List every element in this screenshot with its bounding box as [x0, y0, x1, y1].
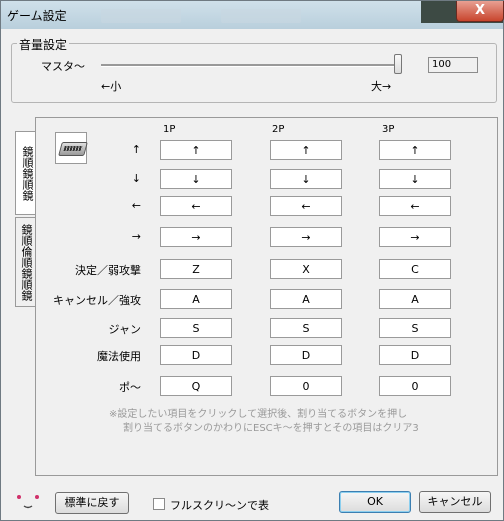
title-bar: ゲーム設定 X — [1, 1, 504, 29]
volume-min-label: ←小 — [101, 80, 122, 93]
row-label: 魔法使用 — [97, 350, 141, 363]
instruction-note-2: 割り当てるボタンのかわりにESCキ〜を押すとその項目はクリア3 — [123, 423, 419, 434]
key-field-3p[interactable]: 0 — [379, 376, 451, 396]
key-field-1p[interactable]: ↑ — [160, 140, 232, 160]
close-button[interactable]: X — [456, 1, 504, 22]
key-field-3p[interactable]: ↓ — [379, 169, 451, 189]
settings-dialog: ゲーム設定 X 音量設定 マスタ〜 ←小 大→ 100 鏡順鏡順鏡 鏡順倫順鏡順… — [0, 0, 504, 521]
app-icon — [17, 495, 39, 509]
row-label: ↑ — [131, 143, 141, 156]
cancel-button[interactable]: キャンセル — [419, 491, 491, 513]
reset-default-button[interactable]: 標準に戻す — [55, 492, 129, 514]
tab-label: 鏡順倫順鏡順鏡 — [20, 223, 33, 301]
key-field-2p[interactable]: S — [270, 318, 342, 338]
row-label: ← — [131, 199, 141, 212]
key-field-3p[interactable]: D — [379, 345, 451, 365]
tab-label: 鏡順鏡順鏡 — [21, 145, 34, 201]
close-icon: X — [474, 3, 486, 18]
key-field-3p[interactable]: C — [379, 259, 451, 279]
volume-slider-thumb[interactable] — [394, 54, 402, 74]
key-field-2p[interactable]: ↑ — [270, 140, 342, 160]
key-field-2p[interactable]: → — [270, 227, 342, 247]
row-label: → — [131, 230, 141, 243]
master-volume-label: マスタ〜 — [41, 60, 85, 73]
tab-gamepad[interactable]: 鏡順倫順鏡順鏡 — [15, 217, 37, 307]
column-header-1p: 1P — [163, 124, 176, 135]
key-field-2p[interactable]: ↓ — [270, 169, 342, 189]
key-field-1p[interactable]: ← — [160, 196, 232, 216]
key-field-3p[interactable]: ← — [379, 196, 451, 216]
ok-button[interactable]: OK — [339, 491, 411, 513]
background-blur — [221, 9, 301, 23]
key-field-1p[interactable]: S — [160, 318, 232, 338]
key-field-1p[interactable]: A — [160, 289, 232, 309]
fullscreen-checkbox[interactable] — [153, 498, 165, 510]
key-field-2p[interactable]: ← — [270, 196, 342, 216]
key-field-1p[interactable]: Z — [160, 259, 232, 279]
row-label: ジャン — [108, 323, 141, 336]
key-field-3p[interactable]: A — [379, 289, 451, 309]
volume-slider-track[interactable] — [101, 64, 401, 67]
key-field-2p[interactable]: D — [270, 345, 342, 365]
column-header-3p: 3P — [382, 124, 395, 135]
volume-value-field[interactable]: 100 — [428, 57, 478, 73]
row-label: ↓ — [131, 172, 141, 185]
key-field-2p[interactable]: A — [270, 289, 342, 309]
fullscreen-label: フルスクリ〜ンで表 — [170, 499, 269, 512]
background-blur — [101, 9, 181, 23]
window-title: ゲーム設定 — [7, 9, 67, 23]
key-field-3p[interactable]: ↑ — [379, 140, 451, 160]
volume-max-label: 大→ — [371, 80, 392, 93]
tab-keyboard[interactable]: 鏡順鏡順鏡 — [15, 131, 37, 215]
row-label: キャンセル／強攻 — [53, 294, 141, 307]
column-header-2p: 2P — [272, 124, 285, 135]
key-field-1p[interactable]: D — [160, 345, 232, 365]
row-label: 決定／弱攻撃 — [75, 264, 141, 277]
key-field-1p[interactable]: ↓ — [160, 169, 232, 189]
key-field-2p[interactable]: X — [270, 259, 342, 279]
volume-group-label: 音量設定 — [17, 36, 70, 53]
row-label: ポ〜 — [119, 381, 141, 394]
key-field-2p[interactable]: 0 — [270, 376, 342, 396]
key-field-3p[interactable]: → — [379, 227, 451, 247]
key-field-1p[interactable]: → — [160, 227, 232, 247]
key-field-3p[interactable]: S — [379, 318, 451, 338]
instruction-note-1: ※設定したい項目をクリックして選択後、割り当てるボタンを押し — [109, 409, 408, 420]
key-field-1p[interactable]: Q — [160, 376, 232, 396]
